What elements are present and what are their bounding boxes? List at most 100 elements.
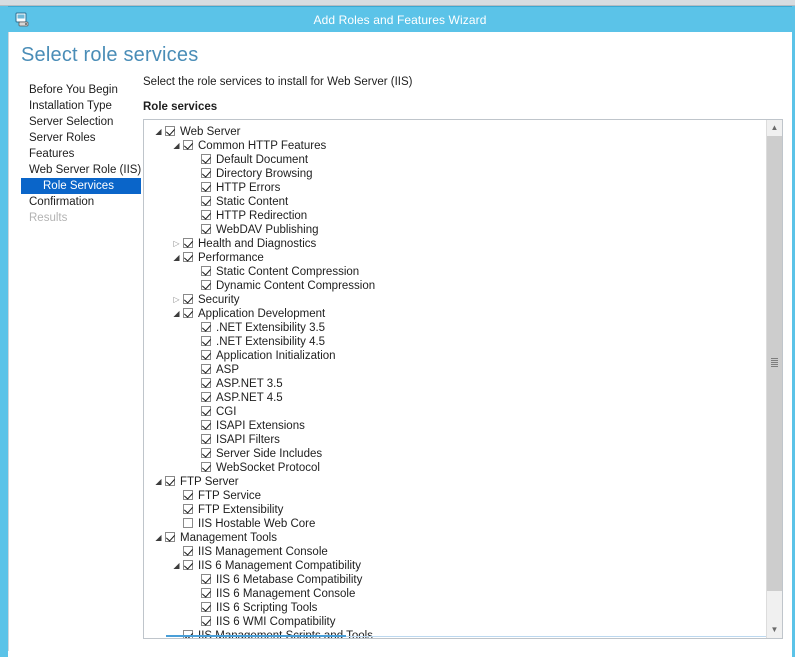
checkbox-unchecked-icon[interactable]: [183, 517, 193, 528]
tree-item-label: IIS 6 Scripting Tools: [216, 602, 318, 614]
tree-item-label: .NET Extensibility 4.5: [216, 336, 326, 348]
checkbox-checked-icon[interactable]: [201, 363, 211, 374]
tree-row[interactable]: ◢ Management Tools: [144, 531, 767, 545]
checkbox-checked-icon[interactable]: [183, 489, 193, 500]
tree-row[interactable]: ASP.NET 3.5: [144, 377, 767, 391]
tree-row[interactable]: Application Initialization: [144, 349, 767, 363]
checkbox-checked-icon[interactable]: [201, 153, 211, 164]
checkbox-checked-icon[interactable]: [165, 531, 175, 542]
checkbox-checked-icon[interactable]: [201, 405, 211, 416]
checkbox-checked-icon[interactable]: [201, 461, 211, 472]
expand-arrow-icon[interactable]: ◢: [170, 559, 183, 573]
tree-row[interactable]: Directory Browsing: [144, 167, 767, 181]
tree-row[interactable]: Static Content: [144, 195, 767, 209]
tree-row[interactable]: WebSocket Protocol: [144, 461, 767, 475]
tree-row[interactable]: WebDAV Publishing: [144, 223, 767, 237]
checkbox-checked-icon[interactable]: [183, 307, 193, 318]
expand-arrow-icon[interactable]: ◢: [170, 307, 183, 321]
tree-row[interactable]: ISAPI Extensions: [144, 419, 767, 433]
checkbox-checked-icon[interactable]: [165, 125, 175, 136]
tree-row[interactable]: HTTP Redirection: [144, 209, 767, 223]
tree-vertical-scrollbar[interactable]: ▲ ▼: [766, 120, 782, 638]
checkbox-checked-icon[interactable]: [201, 615, 211, 626]
tree-row[interactable]: Default Document: [144, 153, 767, 167]
checkbox-checked-icon[interactable]: [165, 475, 175, 486]
sidebar-item-server-roles[interactable]: Server Roles: [21, 130, 141, 146]
sidebar-item-confirmation[interactable]: Confirmation: [21, 194, 141, 210]
collapse-arrow-icon[interactable]: ▷: [170, 293, 183, 307]
tree-row[interactable]: ◢ Performance: [144, 251, 767, 265]
checkbox-checked-icon[interactable]: [201, 573, 211, 584]
tree-row[interactable]: FTP Extensibility: [144, 503, 767, 517]
tree-row[interactable]: IIS 6 Metabase Compatibility: [144, 573, 767, 587]
checkbox-checked-icon[interactable]: [201, 601, 211, 612]
tree-row[interactable]: .NET Extensibility 4.5: [144, 335, 767, 349]
tree-row[interactable]: ◢ IIS 6 Management Compatibility: [144, 559, 767, 573]
tree-row[interactable]: ▷ Health and Diagnostics: [144, 237, 767, 251]
wizard-step-nav: Before You Begin Installation Type Server …: [21, 82, 141, 226]
checkbox-checked-icon[interactable]: [201, 377, 211, 388]
sidebar-item-before-you-begin[interactable]: Before You Begin: [21, 82, 141, 98]
sidebar-item-features[interactable]: Features: [21, 146, 141, 162]
tree-item-label: IIS 6 Metabase Compatibility: [216, 574, 363, 586]
tree-item-label: Security: [198, 294, 240, 306]
checkbox-checked-icon[interactable]: [183, 293, 193, 304]
expand-arrow-icon[interactable]: ◢: [152, 125, 165, 139]
checkbox-checked-icon[interactable]: [201, 447, 211, 458]
window-titlebar[interactable]: Add Roles and Features Wizard: [8, 6, 792, 32]
checkbox-checked-icon[interactable]: [183, 559, 193, 570]
checkbox-checked-icon[interactable]: [201, 265, 211, 276]
tree-row[interactable]: .NET Extensibility 3.5: [144, 321, 767, 335]
scrollbar-thumb[interactable]: [767, 136, 782, 591]
tree-row[interactable]: IIS Management Console: [144, 545, 767, 559]
sidebar-item-role-services[interactable]: Role Services: [21, 178, 141, 194]
checkbox-checked-icon[interactable]: [201, 279, 211, 290]
checkbox-checked-icon[interactable]: [201, 419, 211, 430]
checkbox-checked-icon[interactable]: [201, 195, 211, 206]
tree-row[interactable]: CGI: [144, 405, 767, 419]
checkbox-checked-icon[interactable]: [201, 223, 211, 234]
tree-row[interactable]: IIS 6 Management Console: [144, 587, 767, 601]
checkbox-checked-icon[interactable]: [183, 139, 193, 150]
tree-row[interactable]: Dynamic Content Compression: [144, 279, 767, 293]
checkbox-checked-icon[interactable]: [183, 251, 193, 262]
scroll-down-icon[interactable]: ▼: [767, 622, 782, 638]
checkbox-checked-icon[interactable]: [201, 335, 211, 346]
checkbox-checked-icon[interactable]: [201, 349, 211, 360]
tree-row[interactable]: ◢ Common HTTP Features: [144, 139, 767, 153]
tree-row[interactable]: ◢ Web Server: [144, 125, 767, 139]
checkbox-checked-icon[interactable]: [201, 391, 211, 402]
tree-row[interactable]: FTP Service: [144, 489, 767, 503]
checkbox-checked-icon[interactable]: [183, 545, 193, 556]
tree-row[interactable]: ◢ Application Development: [144, 307, 767, 321]
scroll-up-icon[interactable]: ▲: [767, 120, 782, 136]
tree-row[interactable]: Server Side Includes: [144, 447, 767, 461]
tree-row[interactable]: ISAPI Filters: [144, 433, 767, 447]
tree-row[interactable]: ASP.NET 4.5: [144, 391, 767, 405]
collapse-arrow-icon[interactable]: ▷: [170, 237, 183, 251]
sidebar-item-installation-type[interactable]: Installation Type: [21, 98, 141, 114]
tree-row[interactable]: IIS 6 WMI Compatibility: [144, 615, 767, 629]
checkbox-checked-icon[interactable]: [183, 503, 193, 514]
checkbox-checked-icon[interactable]: [201, 587, 211, 598]
expand-arrow-icon[interactable]: ◢: [170, 139, 183, 153]
expand-arrow-icon[interactable]: ◢: [152, 531, 165, 545]
tree-row[interactable]: ASP: [144, 363, 767, 377]
role-services-tree[interactable]: ◢ Web Server ◢ Common HTTP Features Default …: [144, 120, 767, 638]
expand-arrow-icon[interactable]: ◢: [170, 251, 183, 265]
tree-row[interactable]: ▷ Security: [144, 293, 767, 307]
tree-row[interactable]: ◢ FTP Server: [144, 475, 767, 489]
sidebar-item-web-server-role-iis[interactable]: Web Server Role (IIS): [21, 162, 141, 178]
tree-row[interactable]: HTTP Errors: [144, 181, 767, 195]
checkbox-checked-icon[interactable]: [201, 209, 211, 220]
checkbox-checked-icon[interactable]: [201, 167, 211, 178]
tree-row[interactable]: Static Content Compression: [144, 265, 767, 279]
checkbox-checked-icon[interactable]: [201, 433, 211, 444]
tree-row[interactable]: IIS 6 Scripting Tools: [144, 601, 767, 615]
tree-row[interactable]: IIS Hostable Web Core: [144, 517, 767, 531]
checkbox-checked-icon[interactable]: [201, 181, 211, 192]
checkbox-checked-icon[interactable]: [183, 237, 193, 248]
sidebar-item-server-selection[interactable]: Server Selection: [21, 114, 141, 130]
checkbox-checked-icon[interactable]: [201, 321, 211, 332]
expand-arrow-icon[interactable]: ◢: [152, 475, 165, 489]
